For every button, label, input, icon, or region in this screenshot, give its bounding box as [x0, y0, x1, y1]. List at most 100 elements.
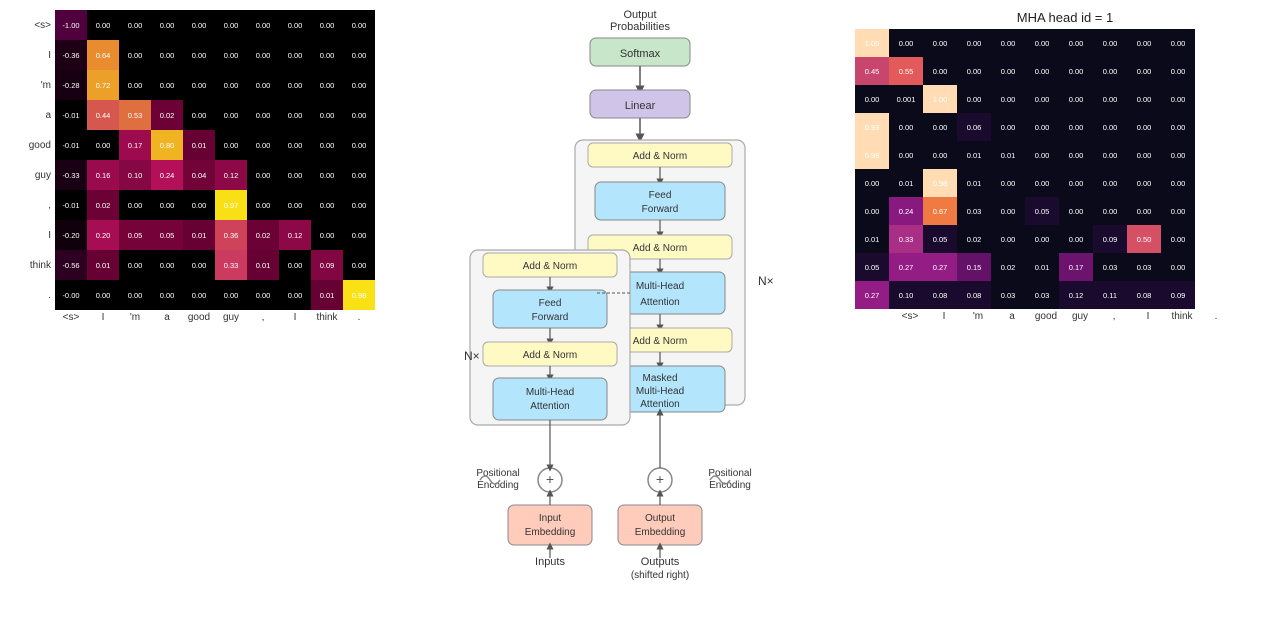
right-heatmap-cell: 0.09 [1161, 281, 1195, 309]
right-heatmap-title: MHA head id = 1 [855, 10, 1275, 25]
left-heatmap-cell: 0.98 [343, 280, 375, 310]
right-heatmap-cell: 0.00 [1025, 29, 1059, 57]
right-heatmap-cell: 0.02 [991, 253, 1025, 281]
left-heatmap-cell: 0.00 [343, 250, 375, 280]
left-heatmap-cell: 0.00 [247, 70, 279, 100]
right-heatmap-cell: 0.00 [957, 85, 991, 113]
right-heatmap-cell: 0.00 [991, 225, 1025, 253]
left-heatmap-cell: 0.53 [119, 100, 151, 130]
left-heatmap-cell: 0.02 [87, 190, 119, 220]
left-heatmap-cell: 0.00 [119, 40, 151, 70]
right-heatmap-cell: 0.00 [1161, 197, 1195, 225]
svg-text:Attention: Attention [530, 401, 569, 412]
left-heatmap-cell: 0.00 [183, 280, 215, 310]
left-heatmap-cell: 0.10 [119, 160, 151, 190]
svg-text:Add & Norm: Add & Norm [633, 243, 687, 254]
left-heatmap-cell: 0.80 [151, 130, 183, 160]
left-row-label: think [10, 260, 55, 271]
right-heatmap-cell: 0.00 [1059, 113, 1093, 141]
left-heatmap-cell: 0.00 [343, 190, 375, 220]
left-heatmap-cell: 0.00 [151, 280, 183, 310]
right-heatmap-cell: 0.00 [1093, 113, 1127, 141]
right-heatmap-cell: 0.06 [957, 113, 991, 141]
left-heatmap-cell: 0.00 [183, 190, 215, 220]
svg-text:Multi-Head: Multi-Head [636, 281, 684, 292]
left-heatmap-cell: -0.01 [55, 100, 87, 130]
left-heatmap-cell: 0.00 [119, 280, 151, 310]
right-heatmap-cell: 0.00 [1127, 197, 1161, 225]
right-heatmap-cell: 0.00 [1093, 85, 1127, 113]
left-heatmap-cell: 0.00 [279, 160, 311, 190]
left-heatmap-cell: 0.00 [183, 70, 215, 100]
right-heatmap-cell: 0.33 [889, 225, 923, 253]
right-heatmap-cell: 0.00 [889, 113, 923, 141]
right-heatmap-cell: 0.03 [957, 197, 991, 225]
left-heatmap-cell: 0.00 [151, 190, 183, 220]
left-heatmap-cell: 0.00 [119, 70, 151, 100]
left-heatmap-cell: 0.00 [215, 40, 247, 70]
left-heatmap-row: good-0.010.000.170.800.010.000.000.000.0… [10, 130, 420, 160]
left-heatmap-cell: 0.00 [183, 100, 215, 130]
right-heatmap-row: 0.000.240.670.030.000.050.000.000.000.00 [855, 197, 1275, 225]
right-heatmap-cell: 0.00 [991, 57, 1025, 85]
left-heatmap-row: ,-0.010.020.000.000.000.970.000.000.000.… [10, 190, 420, 220]
left-heatmap-row: guy-0.330.160.100.240.040.120.000.000.00… [10, 160, 420, 190]
right-heatmap-cell: 0.00 [1127, 169, 1161, 197]
left-heatmap-row: I-0.360.640.000.000.000.000.000.000.000.… [10, 40, 420, 70]
right-heatmap-row: 0.000.0011.000.000.000.000.000.000.000.0… [855, 85, 1275, 113]
left-heatmap-cell: 0.00 [311, 70, 343, 100]
left-heatmap-cell: 0.00 [311, 220, 343, 250]
left-heatmap-cell: 0.00 [279, 280, 311, 310]
svg-text:+: + [546, 471, 554, 487]
right-heatmap-cell: 0.00 [1025, 85, 1059, 113]
left-heatmap-cell: 0.00 [119, 250, 151, 280]
right-heatmap-cell: 0.24 [889, 197, 923, 225]
right-heatmap-cell: 0.45 [855, 57, 889, 85]
right-col-label: think [1165, 311, 1199, 322]
right-heatmap-cell: 0.00 [889, 141, 923, 169]
right-heatmap-cell: 0.09 [1093, 225, 1127, 253]
right-heatmap-cell: 1.00 [855, 29, 889, 57]
right-heatmap-row: 0.000.010.980.010.000.000.000.000.000.00 [855, 169, 1275, 197]
left-heatmap-cell: 0.16 [87, 160, 119, 190]
right-heatmap-cell: 0.03 [1127, 253, 1161, 281]
right-heatmap-cell: 0.27 [889, 253, 923, 281]
left-heatmap-cell: 0.00 [247, 100, 279, 130]
right-heatmap-cell: 0.00 [957, 57, 991, 85]
right-heatmap-cell: 0.00 [1093, 141, 1127, 169]
svg-text:Embedding: Embedding [635, 527, 686, 538]
left-heatmap-row: a-0.010.440.530.020.000.000.000.000.000.… [10, 100, 420, 130]
right-col-label: guy [1063, 311, 1097, 322]
right-heatmap-cell: 0.00 [1161, 113, 1195, 141]
left-heatmap-cell: 0.00 [183, 10, 215, 40]
right-heatmap-cell: 0.15 [957, 253, 991, 281]
right-heatmap-cell: 0.98 [923, 169, 957, 197]
svg-text:Probabilities: Probabilities [610, 21, 670, 33]
left-heatmap-cell: 0.00 [183, 250, 215, 280]
right-heatmap-cell: 0.50 [1127, 225, 1161, 253]
left-heatmap-cell: 0.00 [247, 190, 279, 220]
right-heatmap-cell: 0.00 [923, 141, 957, 169]
left-heatmap-cell: -0.20 [55, 220, 87, 250]
left-heatmap-row: 'm-0.280.720.000.000.000.000.000.000.000… [10, 70, 420, 100]
left-heatmap-cell: 0.72 [87, 70, 119, 100]
svg-text:N×: N× [758, 274, 774, 288]
left-heatmap-cell: 0.00 [343, 10, 375, 40]
right-heatmap-cell: 0.01 [1025, 253, 1059, 281]
left-heatmap-cell: 0.64 [87, 40, 119, 70]
right-col-label: <s> [893, 311, 927, 322]
right-heatmap-cell: 0.27 [855, 281, 889, 309]
right-heatmap-cell: 0.00 [1059, 169, 1093, 197]
left-heatmap-cell: 0.00 [247, 130, 279, 160]
left-heatmap-cell: 0.00 [247, 280, 279, 310]
left-heatmap-cell: 0.01 [183, 220, 215, 250]
left-heatmap-grid: <s>-1.000.000.000.000.000.000.000.000.00… [10, 10, 420, 310]
right-heatmap-cell: 0.55 [889, 57, 923, 85]
right-heatmap-row: 1.000.000.000.000.000.000.000.000.000.00 [855, 29, 1275, 57]
left-heatmap-cell: 0.01 [87, 250, 119, 280]
right-heatmap-cell: 0.00 [855, 85, 889, 113]
right-heatmap-cell: 0.00 [1161, 169, 1195, 197]
right-heatmap-cell: 0.00 [991, 85, 1025, 113]
left-row-label: guy [10, 170, 55, 181]
right-heatmap-cell: 0.12 [1059, 281, 1093, 309]
